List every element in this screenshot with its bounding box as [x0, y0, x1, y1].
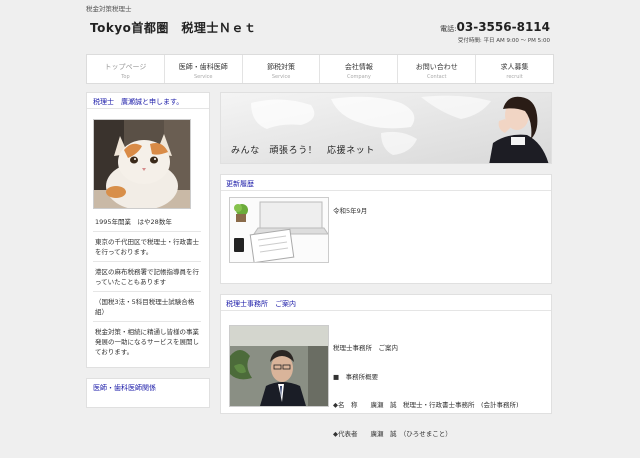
- bio-line: 港区の麻布税務署で記帳指導員を行っていたこともあります: [95, 268, 199, 286]
- business-hours: 受付時間: 平日 AM 9:00 〜 PM 5:00: [457, 38, 550, 44]
- profile-box: 税理士 廣瀬誠と申します。 1995年開業 はや28数年 東京の千代田区で税理士…: [86, 92, 210, 368]
- site-tagline: 税金対策税理士: [86, 5, 132, 13]
- bio-line: 税金対策・相続に精通し皆様の事業発展の一助になるサービスを展開しております。: [95, 328, 199, 356]
- nav-sublabel: recruit: [506, 74, 523, 80]
- nav-item-contact[interactable]: お問い合わせ Contact: [398, 55, 477, 83]
- news-date: 令和5年9月: [333, 207, 368, 215]
- banner-text: みんな 頑張ろう！ 応援ネット: [231, 146, 376, 156]
- divider: [93, 291, 201, 292]
- office-line: 税理士事務所 ご案内: [333, 344, 398, 352]
- divider: [93, 231, 201, 232]
- nav-item-recruit[interactable]: 求人募集 recruit: [476, 55, 553, 83]
- office-line: ◆名 称 廣瀬 誠 税理士・行政書士事務所 (会計事務所): [333, 401, 519, 409]
- cat-photo: [93, 119, 191, 209]
- doctors-box: 医師・歯科医師関係: [86, 378, 210, 408]
- divider: [93, 261, 201, 262]
- site-title[interactable]: Tokyo首都圏 税理士Ｎｅｔ: [90, 19, 256, 36]
- nav-item-tax-saving[interactable]: 節税対策 Service: [243, 55, 321, 83]
- global-nav: トップページ Top 医師・歯科医師 Service 節税対策 Service …: [86, 54, 554, 84]
- representative-photo: [229, 325, 329, 407]
- phone-number[interactable]: 03-3556-8114: [457, 20, 550, 34]
- nav-item-top[interactable]: トップページ Top: [87, 55, 165, 83]
- hero-banner: みんな 頑張ろう！ 応援ネット: [220, 92, 552, 164]
- office-heading: 税理士事務所 ご案内: [221, 295, 551, 311]
- phone-line: 電話:03-3556-8114: [440, 20, 550, 34]
- nav-sublabel: Service: [194, 74, 213, 80]
- office-line: ◆代表者 廣瀬 誠 （ひろせまこと）: [333, 429, 452, 438]
- nav-label: 節税対策: [267, 63, 296, 71]
- nav-label: トップページ: [104, 63, 147, 71]
- nav-label: 医師・歯科医師: [178, 63, 228, 71]
- contact-info: 電話:03-3556-8114 受付時間: 平日 AM 9:00 〜 PM 5:…: [440, 20, 550, 44]
- bio-line: （国税3法・5科目税理士試験合格組）: [95, 298, 195, 316]
- doctors-heading[interactable]: 医師・歯科医師関係: [87, 379, 209, 397]
- news-thumbnail[interactable]: [229, 197, 329, 263]
- news-section: 更新履歴 令和5年9月: [220, 174, 552, 284]
- nav-sublabel: Contact: [427, 74, 447, 80]
- news-heading: 更新履歴: [221, 175, 551, 191]
- nav-label: お問い合わせ: [415, 63, 458, 71]
- bio-line: 1995年開業 はや28数年: [95, 218, 172, 226]
- nav-sublabel: Service: [271, 74, 291, 80]
- nav-label: 求人募集: [500, 63, 529, 71]
- nav-sublabel: Company: [347, 74, 371, 80]
- nav-item-doctors[interactable]: 医師・歯科医師 Service: [165, 55, 243, 83]
- office-line: ■ 事務所概要: [333, 372, 379, 381]
- profile-heading: 税理士 廣瀬誠と申します。: [87, 93, 209, 109]
- office-summary: 税理士事務所 ご案内 ■ 事務所概要 ◆名 称 廣瀬 誠 税理士・行政書士事務所…: [333, 325, 519, 458]
- office-section: 税理士事務所 ご案内 税理士事務所 ご案内 ■ 事務所概要 ◆名 称 廣瀬 誠 …: [220, 294, 552, 438]
- nav-label: 会社情報: [344, 63, 373, 71]
- nav-sublabel: Top: [121, 74, 130, 80]
- divider: [93, 321, 201, 322]
- nav-item-company[interactable]: 会社情報 Company: [320, 55, 399, 83]
- bio-line: 東京の千代田区で税理士・行政書士を行っております。: [95, 238, 199, 256]
- phone-label: 電話:: [440, 25, 457, 33]
